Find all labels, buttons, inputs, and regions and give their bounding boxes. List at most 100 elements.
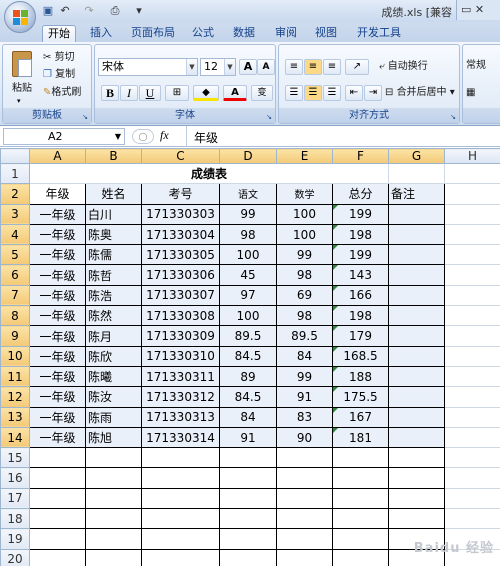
row-header-3[interactable]: 3	[0, 203, 30, 225]
cell[interactable]	[444, 386, 500, 408]
window-controls[interactable]: ▭ ✕	[456, 0, 500, 20]
dialog-launcher-icon[interactable]: ↘	[82, 113, 88, 121]
data-cell[interactable]	[388, 406, 445, 428]
empty-cell[interactable]	[276, 528, 333, 550]
data-cell[interactable]: 167	[332, 406, 389, 428]
data-cell[interactable]: 175.5	[332, 386, 389, 408]
empty-cell[interactable]	[85, 508, 142, 530]
phonetic-button[interactable]: 变	[251, 85, 273, 101]
italic-button[interactable]: I	[120, 85, 138, 101]
header-cell[interactable]: 语文	[219, 183, 277, 205]
customize-qat-icon[interactable]: ▾	[134, 3, 144, 19]
shrink-font-button[interactable]: A	[257, 59, 275, 75]
undo-icon[interactable]: ↶	[58, 3, 72, 19]
data-cell[interactable]: 100	[219, 305, 277, 327]
data-cell[interactable]: 陈曦	[85, 365, 142, 388]
cell[interactable]	[444, 447, 500, 469]
name-box[interactable]: A2 ▼	[3, 128, 125, 145]
cell[interactable]	[444, 305, 500, 327]
empty-cell[interactable]	[85, 548, 142, 566]
align-bottom-icon[interactable]: ≡	[323, 59, 341, 75]
increase-indent-icon[interactable]: ⇥	[364, 85, 382, 101]
column-header-b[interactable]: B	[85, 148, 142, 164]
cell[interactable]	[444, 467, 500, 489]
data-cell[interactable]	[388, 203, 445, 225]
row-header-6[interactable]: 6	[0, 264, 30, 286]
grow-font-button[interactable]: A	[239, 59, 257, 75]
column-header-f[interactable]: F	[332, 148, 389, 164]
row-header-13[interactable]: 13	[0, 406, 30, 428]
tab-home[interactable]: 开始	[42, 25, 76, 42]
data-cell[interactable]: 98	[276, 264, 333, 286]
empty-cell[interactable]	[219, 508, 277, 530]
merge-center-button[interactable]: ⊟ 合并后居中 ▾	[385, 85, 455, 101]
data-cell[interactable]: 90	[276, 426, 333, 449]
data-cell[interactable]: 一年级	[29, 264, 86, 286]
empty-cell[interactable]	[85, 487, 142, 510]
empty-cell[interactable]	[29, 467, 86, 489]
data-cell[interactable]	[388, 264, 445, 286]
row-header-19[interactable]: 19	[0, 528, 30, 550]
data-cell[interactable]: 一年级	[29, 345, 86, 367]
data-cell[interactable]: 84	[219, 406, 277, 428]
tab-view[interactable]: 视图	[310, 25, 342, 42]
data-cell[interactable]: 171330314	[141, 426, 220, 449]
data-cell[interactable]: 99	[276, 244, 333, 266]
header-cell[interactable]: 姓名	[85, 183, 142, 205]
empty-cell[interactable]	[141, 487, 220, 510]
row-header-10[interactable]: 10	[0, 345, 30, 367]
cell[interactable]	[444, 244, 500, 266]
data-cell[interactable]: 陈月	[85, 325, 142, 347]
align-top-icon[interactable]: ≡	[285, 59, 303, 75]
data-cell[interactable]: 100	[219, 244, 277, 266]
header-cell[interactable]: 备注	[388, 183, 445, 205]
empty-cell[interactable]	[141, 447, 220, 469]
data-cell[interactable]: 171330307	[141, 284, 220, 307]
align-right-icon[interactable]: ☰	[323, 85, 341, 101]
tab-data[interactable]: 数据	[228, 25, 260, 42]
data-cell[interactable]: 白川	[85, 203, 142, 225]
column-header-a[interactable]: A	[29, 148, 86, 164]
data-cell[interactable]: 陈浩	[85, 284, 142, 307]
row-header-16[interactable]: 16	[0, 467, 30, 489]
cell[interactable]	[444, 183, 500, 205]
data-cell[interactable]: 171330313	[141, 406, 220, 428]
data-cell[interactable]	[388, 426, 445, 449]
empty-cell[interactable]	[29, 447, 86, 469]
empty-cell[interactable]	[141, 508, 220, 530]
empty-cell[interactable]	[29, 548, 86, 566]
data-cell[interactable]: 一年级	[29, 203, 86, 225]
office-button[interactable]	[4, 1, 36, 33]
data-cell[interactable]: 陈哲	[85, 264, 142, 286]
data-cell[interactable]	[388, 284, 445, 307]
data-cell[interactable]: 89.5	[219, 325, 277, 347]
row-header-2[interactable]: 2	[0, 183, 30, 205]
data-cell[interactable]: 171330308	[141, 305, 220, 327]
paste-button[interactable]: 粘贴	[12, 81, 32, 97]
row-header-14[interactable]: 14	[0, 426, 30, 449]
redo-icon[interactable]: ↷	[82, 3, 96, 19]
data-cell[interactable]: 一年级	[29, 244, 86, 266]
font-size-select[interactable]: 12 ▼	[200, 58, 236, 76]
data-cell[interactable]: 一年级	[29, 406, 86, 428]
data-cell[interactable]	[388, 244, 445, 266]
font-color-button[interactable]: A	[223, 85, 247, 101]
decrease-indent-icon[interactable]: ⇤	[345, 85, 363, 101]
data-cell[interactable]: 84	[276, 345, 333, 367]
data-cell[interactable]: 100	[276, 223, 333, 246]
data-cell[interactable]: 陈然	[85, 305, 142, 327]
data-cell[interactable]: 83	[276, 406, 333, 428]
header-cell[interactable]: 考号	[141, 183, 220, 205]
row-header-15[interactable]: 15	[0, 447, 30, 469]
empty-cell[interactable]	[85, 528, 142, 550]
empty-cell[interactable]	[29, 508, 86, 530]
dialog-launcher-icon[interactable]: ↘	[450, 113, 456, 121]
empty-cell[interactable]	[141, 528, 220, 550]
data-cell[interactable]: 179	[332, 325, 389, 347]
column-header-g[interactable]: G	[388, 148, 445, 164]
cell[interactable]	[444, 325, 500, 347]
empty-cell[interactable]	[219, 548, 277, 566]
empty-cell[interactable]	[219, 487, 277, 510]
empty-cell[interactable]	[276, 487, 333, 510]
data-cell[interactable]: 89	[219, 365, 277, 388]
